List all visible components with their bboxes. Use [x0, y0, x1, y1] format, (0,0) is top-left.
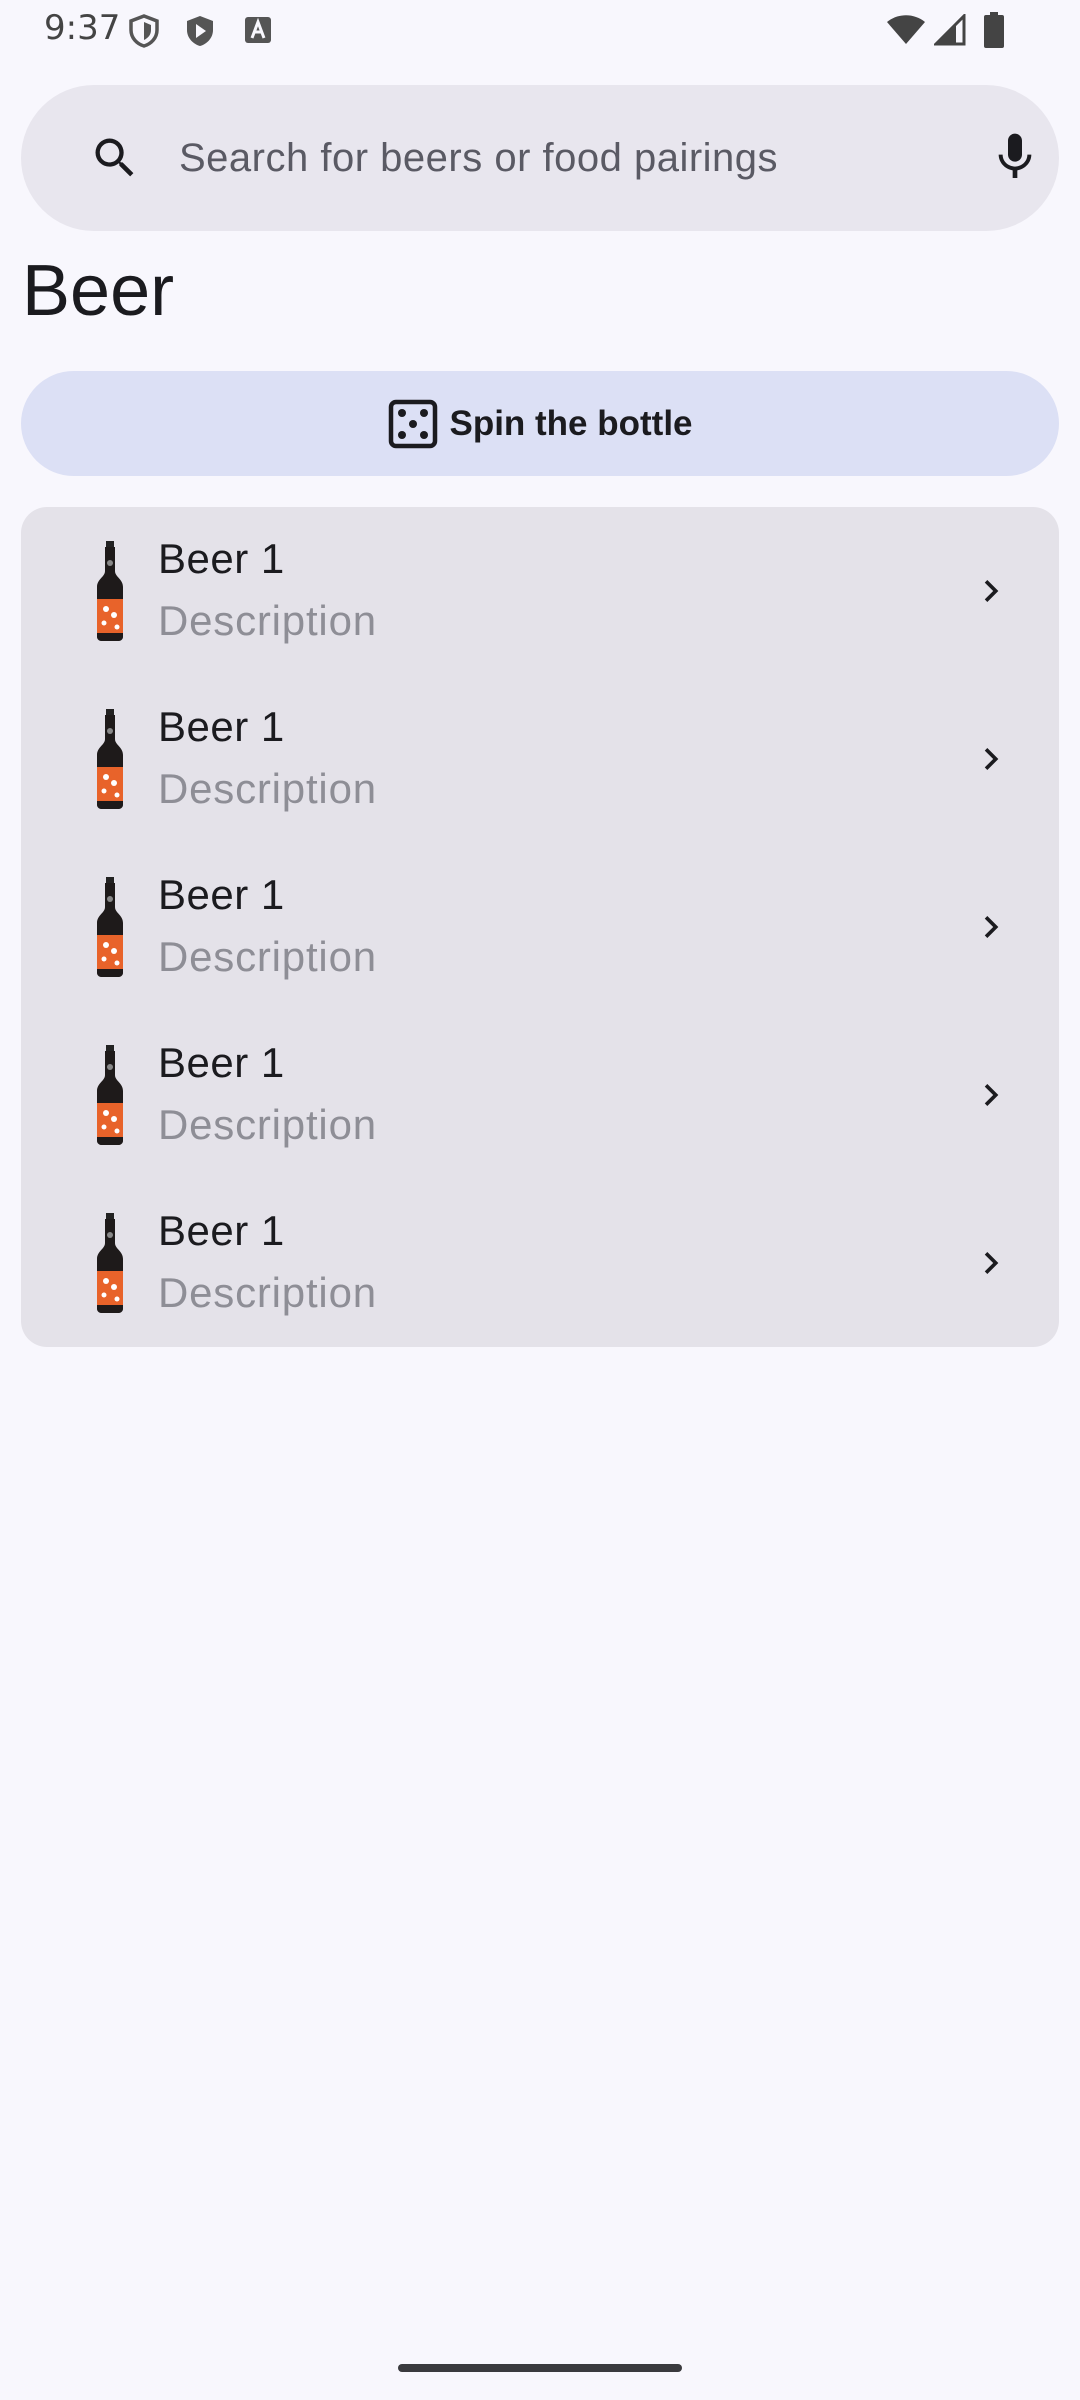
- home-indicator[interactable]: [398, 2364, 682, 2372]
- beer-bottle-thumbnail: [97, 877, 123, 977]
- beer-list: Beer 1 Description Beer 1 Description Be…: [21, 507, 1059, 1347]
- search-icon: [95, 138, 134, 177]
- spin-the-bottle-button[interactable]: Spin the bottle: [21, 371, 1059, 476]
- beer-name: Beer 1: [158, 1039, 285, 1086]
- list-item[interactable]: Beer 1 Description: [21, 843, 1059, 1011]
- beer-name: Beer 1: [158, 871, 285, 918]
- beer-description: Description: [158, 597, 377, 644]
- dice-icon: [389, 399, 438, 448]
- chevron-right-icon: [984, 1084, 999, 1106]
- battery-icon: [984, 12, 1004, 48]
- beer-bottle-thumbnail: [97, 709, 123, 809]
- list-item[interactable]: Beer 1 Description: [21, 675, 1059, 843]
- beer-name: Beer 1: [158, 1207, 285, 1254]
- wifi-icon: [887, 15, 925, 44]
- search-bar[interactable]: [21, 85, 1059, 231]
- chevron-right-icon: [984, 580, 999, 602]
- beer-name: Beer 1: [158, 535, 285, 582]
- beer-bottle-thumbnail: [97, 541, 123, 641]
- play-shield-icon: [187, 16, 213, 46]
- beer-bottle-thumbnail: [97, 1045, 123, 1145]
- status-time: 9:37: [44, 8, 121, 48]
- beer-description: Description: [158, 765, 377, 812]
- mic-icon[interactable]: [987, 129, 1043, 185]
- beer-bottle-thumbnail: [97, 1213, 123, 1313]
- beer-name: Beer 1: [158, 703, 285, 750]
- beer-description: Description: [158, 1101, 377, 1148]
- chevron-right-icon: [984, 1252, 999, 1274]
- page-title: Beer: [22, 251, 175, 331]
- beer-description: Description: [158, 933, 377, 980]
- chevron-right-icon: [984, 916, 999, 938]
- status-bar: 9:37: [0, 0, 1080, 62]
- list-item[interactable]: Beer 1 Description: [21, 1011, 1059, 1179]
- shield-icon: [129, 14, 159, 48]
- list-item[interactable]: Beer 1 Description: [21, 1179, 1059, 1347]
- search-input[interactable]: [179, 131, 959, 185]
- list-item[interactable]: Beer 1 Description: [21, 507, 1059, 675]
- beer-description: Description: [158, 1269, 377, 1316]
- text-a-icon: [245, 17, 271, 43]
- chevron-right-icon: [984, 748, 999, 770]
- cellular-signal-icon: [934, 14, 966, 46]
- spin-button-label: Spin the bottle: [449, 403, 693, 443]
